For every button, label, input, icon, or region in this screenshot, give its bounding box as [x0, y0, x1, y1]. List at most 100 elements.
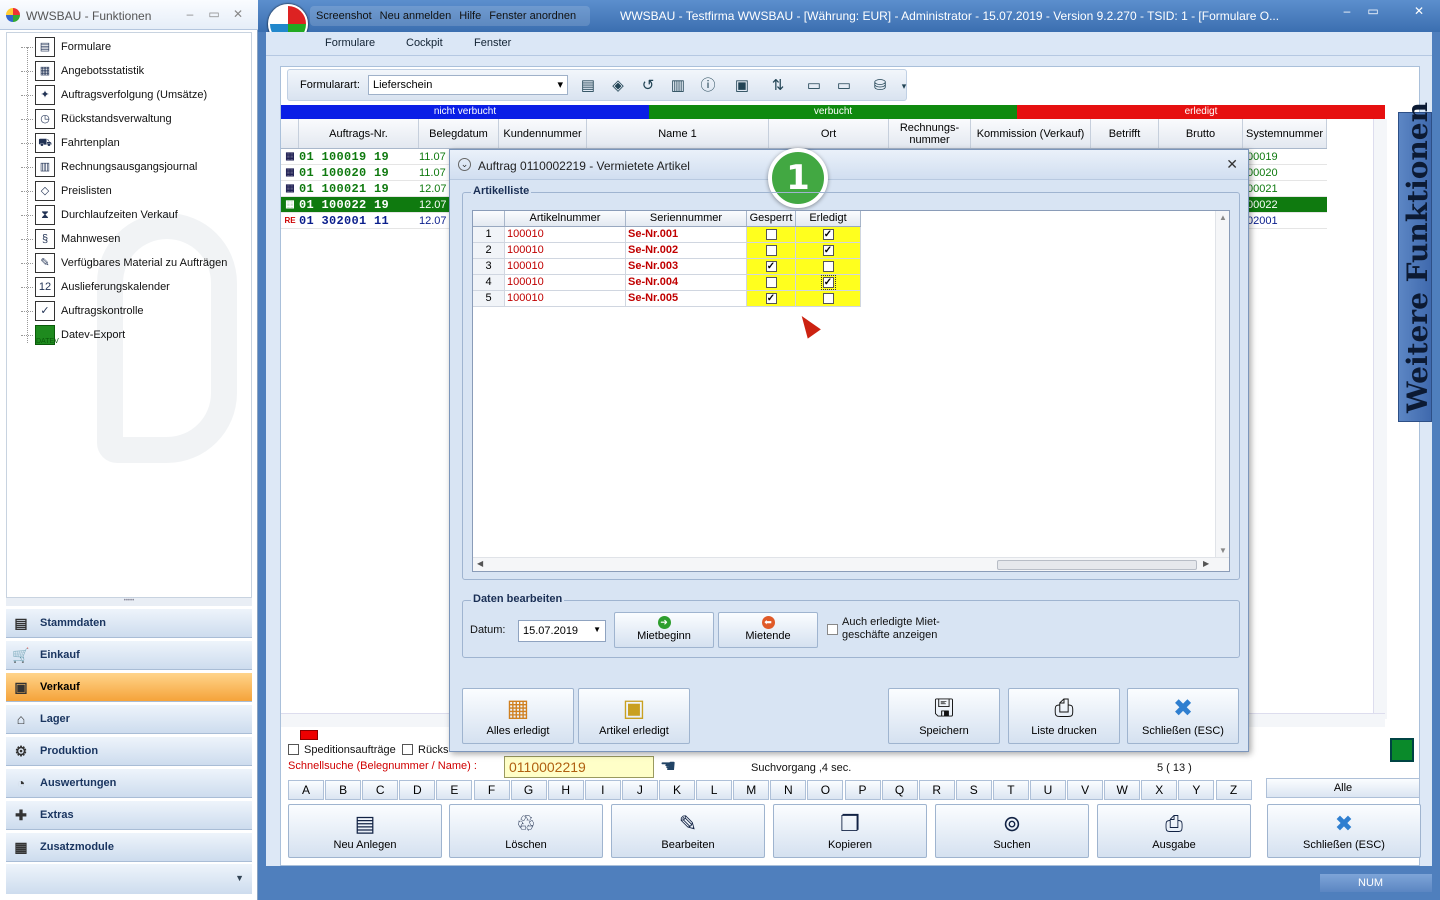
- bearbeiten-button[interactable]: ✎ Bearbeiten: [611, 804, 765, 858]
- gesperrt-checkbox[interactable]: [765, 245, 777, 256]
- erledigt-checkbox[interactable]: ✓: [822, 245, 834, 256]
- letter-button-e[interactable]: E: [436, 780, 473, 800]
- tree-item-11[interactable]: ✓ Auftragskontrolle: [21, 299, 144, 323]
- nav-einkauf[interactable]: 🛒 Einkauf: [6, 640, 252, 670]
- letter-button-a[interactable]: A: [288, 780, 324, 800]
- gesperrt-checkbox[interactable]: ✓: [765, 293, 777, 304]
- letter-button-g[interactable]: G: [510, 780, 547, 800]
- all-letters-button[interactable]: Alle: [1266, 778, 1420, 798]
- nav-verkauf[interactable]: ▣ Verkauf: [6, 672, 252, 702]
- panel-top-icon[interactable]: ▭: [834, 76, 854, 96]
- hand-pointer-icon[interactable]: ☚: [660, 756, 676, 777]
- schließen-esc-button[interactable]: ✖ Schließen (ESC): [1127, 688, 1239, 744]
- speditionsauftraege-checkbox[interactable]: [288, 744, 299, 755]
- nav-produktion[interactable]: ⚙ Produktion: [6, 736, 252, 766]
- panel-bottom-icon[interactable]: ▭: [804, 76, 824, 96]
- tree-item-12[interactable]: DATEV Datev-Export: [21, 323, 125, 347]
- letter-button-l[interactable]: L: [696, 780, 733, 800]
- qat-hilfe[interactable]: Hilfe: [459, 10, 481, 22]
- letter-button-r[interactable]: R: [918, 780, 955, 800]
- nav-zusatzmodule[interactable]: ▦ Zusatzmodule: [6, 832, 252, 862]
- weitere-funktionen-tab[interactable]: Weitere Funktionen: [1398, 102, 1434, 422]
- quicksearch-input[interactable]: 0110002219: [504, 756, 654, 778]
- minimize-icon[interactable]: –: [1336, 4, 1358, 20]
- info-icon[interactable]: ⓘ: [698, 76, 718, 96]
- letter-button-i[interactable]: I: [584, 780, 621, 800]
- scroll-left-icon[interactable]: ◀: [477, 559, 483, 568]
- suchen-button[interactable]: ⊚ Suchen: [935, 804, 1089, 858]
- header-betrifft[interactable]: Betrifft: [1091, 119, 1159, 148]
- article-row[interactable]: 5 100010 Se-Nr.005 ✓: [473, 291, 861, 307]
- letter-button-s[interactable]: S: [955, 780, 992, 800]
- article-row[interactable]: 3 100010 Se-Nr.003 ✓: [473, 259, 861, 275]
- tree-item-9[interactable]: ✎ Verfügbares Material zu Aufträgen: [21, 251, 227, 275]
- tree-item-3[interactable]: ◷ Rückstandsverwaltung: [21, 107, 172, 131]
- tree-item-2[interactable]: ✦ Auftragsverfolgung (Umsätze): [21, 83, 207, 107]
- scroll-right-icon[interactable]: ▶: [1203, 559, 1209, 568]
- formularart-select[interactable]: Lieferschein ▾: [368, 75, 568, 95]
- letter-button-y[interactable]: Y: [1178, 780, 1215, 800]
- article-grid-horizontal-scrollbar[interactable]: ◀ ▶: [473, 557, 1229, 571]
- alles-erledigt-button[interactable]: ▦ Alles erledigt: [462, 688, 574, 744]
- letter-button-v[interactable]: V: [1067, 780, 1104, 800]
- tree-item-5[interactable]: ▥ Rechnungsausgangsjournal: [21, 155, 197, 179]
- header-belegdatum[interactable]: Belegdatum: [419, 119, 499, 148]
- header-kundennummer[interactable]: Kundennummer: [499, 119, 587, 148]
- close-icon[interactable]: ✕: [230, 7, 246, 21]
- menu-cockpit[interactable]: Cockpit: [406, 37, 443, 49]
- header-systemnummer[interactable]: Systemnummer: [1243, 119, 1327, 148]
- tree-item-0[interactable]: ▤ Formulare: [21, 35, 111, 59]
- menu-fenster[interactable]: Fenster: [474, 37, 511, 49]
- qat-screenshot[interactable]: Screenshot: [316, 10, 372, 22]
- history-icon[interactable]: ↺: [638, 76, 658, 96]
- letter-button-k[interactable]: K: [659, 780, 695, 800]
- letter-button-f[interactable]: F: [473, 780, 510, 800]
- article-row[interactable]: 1 100010 Se-Nr.001 ✓: [473, 227, 861, 243]
- ausgabe-button[interactable]: ⎙ Ausgabe: [1097, 804, 1251, 858]
- letter-button-m[interactable]: M: [733, 780, 770, 800]
- erledigt-checkbox[interactable]: ✓: [820, 275, 836, 290]
- maximize-icon[interactable]: ▭: [206, 7, 222, 21]
- qat-fenster-anordnen[interactable]: Fenster anordnen: [489, 10, 576, 22]
- letter-button-j[interactable]: J: [621, 780, 658, 800]
- close-icon[interactable]: ✕: [1226, 156, 1238, 173]
- datum-input[interactable]: 15.07.2019 ▼: [518, 620, 606, 642]
- maximize-icon[interactable]: ▭: [1362, 4, 1384, 20]
- artikel-erledigt-button[interactable]: ▣ Artikel erledigt: [578, 688, 690, 744]
- sort-icon[interactable]: ⇅: [768, 76, 788, 96]
- löschen-button[interactable]: ♲ Löschen: [449, 804, 603, 858]
- letter-button-b[interactable]: B: [325, 780, 362, 800]
- nav-extras[interactable]: ✚ Extras: [6, 800, 252, 830]
- nav-stammdaten[interactable]: ▤ Stammdaten: [6, 608, 252, 638]
- stack-icon[interactable]: ◈: [608, 76, 628, 96]
- header-auftrags-nr[interactable]: Auftrags-Nr.: [299, 119, 419, 148]
- menu-formulare[interactable]: Formulare: [325, 37, 375, 49]
- erledigt-checkbox[interactable]: [822, 261, 834, 272]
- scroll-down-icon[interactable]: ▼: [1219, 546, 1227, 555]
- article-grid-vertical-scrollbar[interactable]: ▲ ▼: [1215, 211, 1229, 557]
- letter-button-o[interactable]: O: [807, 780, 844, 800]
- mietbeginn-button[interactable]: ➜ Mietbeginn: [614, 612, 714, 648]
- scroll-up-icon[interactable]: ▲: [1219, 213, 1227, 222]
- splitter-handle[interactable]: •••••: [6, 598, 252, 606]
- article-row[interactable]: 4 100010 Se-Nr.004 ✓: [473, 275, 861, 291]
- scroll-thumb[interactable]: [997, 560, 1197, 570]
- neu-anlegen-button[interactable]: ▤ Neu Anlegen: [288, 804, 442, 858]
- tree-item-10[interactable]: 12 Auslieferungskalender: [21, 275, 170, 299]
- header-kommission[interactable]: Kommission (Verkauf): [971, 119, 1091, 148]
- letter-button-p[interactable]: P: [844, 780, 881, 800]
- letter-button-d[interactable]: D: [399, 780, 436, 800]
- nav-auswertungen[interactable]: ◔ Auswertungen: [6, 768, 252, 798]
- nav-overflow-button[interactable]: ▼: [6, 864, 252, 894]
- tree-item-4[interactable]: ⛟ Fahrtenplan: [21, 131, 120, 155]
- article-row[interactable]: 2 100010 Se-Nr.002 ✓: [473, 243, 861, 259]
- schließen-esc-button[interactable]: ✖ Schließen (ESC): [1267, 804, 1421, 858]
- header-erledigt[interactable]: Erledigt: [796, 211, 861, 226]
- gesperrt-checkbox[interactable]: [765, 277, 777, 288]
- show-completed-checkbox[interactable]: [827, 624, 838, 635]
- letter-button-c[interactable]: C: [362, 780, 399, 800]
- letter-button-x[interactable]: X: [1141, 780, 1178, 800]
- speichern-button[interactable]: 🖫 Speichern: [888, 688, 1000, 744]
- close-icon[interactable]: ✕: [1408, 4, 1430, 20]
- nav-lager[interactable]: ⌂ Lager: [6, 704, 252, 734]
